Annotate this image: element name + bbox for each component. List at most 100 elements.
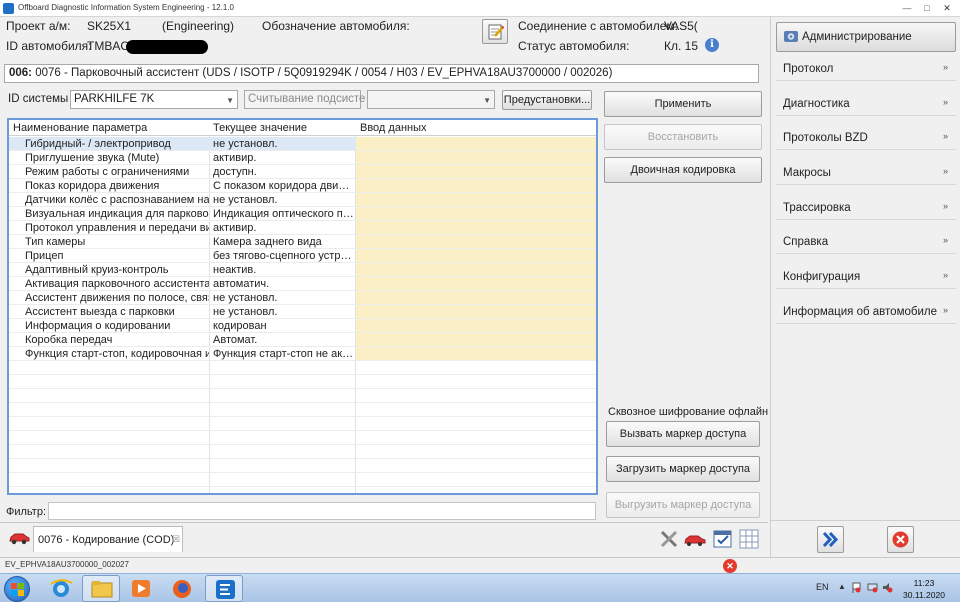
table-row[interactable]: Прицеп без тягово-сцепного устро... bbox=[9, 249, 596, 263]
taskbar-firefox[interactable] bbox=[163, 575, 201, 602]
nav-diagnostics[interactable]: Диагностика » bbox=[776, 94, 956, 116]
coding-parameters-table[interactable]: Наименование параметра Текущее значение … bbox=[7, 118, 598, 495]
error-icon[interactable]: ✕ bbox=[723, 559, 737, 573]
tab-coding-label: 0076 - Кодирование (COD) bbox=[38, 534, 175, 546]
table-row[interactable]: Датчики колёс с распознаванием напр не ус… bbox=[9, 193, 596, 207]
system-clock[interactable]: 11:23 30.11.2020 bbox=[898, 577, 950, 601]
data-input-cell[interactable] bbox=[356, 319, 596, 332]
volume-icon[interactable] bbox=[882, 582, 893, 593]
data-input-cell[interactable] bbox=[356, 235, 596, 248]
table-row[interactable]: Гибридный- / электропривод не установл. bbox=[9, 137, 596, 151]
taskbar-media-player[interactable] bbox=[122, 575, 160, 602]
nav-bzd-protocols[interactable]: Протоколы BZD » bbox=[776, 128, 956, 150]
checklist-icon[interactable] bbox=[712, 528, 734, 550]
engineering-label: (Engineering) bbox=[162, 19, 235, 33]
language-indicator[interactable]: EN bbox=[816, 582, 829, 592]
data-input-cell[interactable] bbox=[356, 263, 596, 276]
taskbar-odis[interactable] bbox=[205, 575, 243, 602]
apply-label: Применить bbox=[654, 98, 712, 110]
tab-close-icon[interactable]: ☒ bbox=[172, 534, 180, 545]
table-row[interactable]: Ассистент выезда с парковки не установл. bbox=[9, 305, 596, 319]
table-view-icon[interactable] bbox=[738, 528, 760, 550]
binary-coding-button[interactable]: Двоичная кодировка bbox=[604, 157, 762, 183]
minimize-button[interactable]: — bbox=[896, 2, 918, 15]
table-row[interactable]: Адаптивный круиз-контроль неактив. bbox=[9, 263, 596, 277]
data-input-cell[interactable] bbox=[356, 193, 596, 206]
parameter-name-cell: Прицеп bbox=[25, 250, 64, 262]
empty-table-row bbox=[9, 389, 596, 403]
tab-coding[interactable]: 0076 - Кодирование (COD) ☒ bbox=[33, 526, 183, 552]
filter-input[interactable] bbox=[48, 502, 596, 520]
administration-button[interactable]: Администрирование bbox=[776, 22, 956, 52]
app-icon bbox=[3, 3, 14, 14]
chevron-down-icon: » bbox=[943, 131, 949, 141]
windows-logo-icon bbox=[18, 583, 24, 589]
connection-label: Соединение с автомобилем: bbox=[518, 19, 679, 33]
edit-vehicle-button[interactable] bbox=[482, 19, 508, 44]
data-input-cell[interactable] bbox=[356, 291, 596, 304]
data-input-cell[interactable] bbox=[356, 151, 596, 164]
cancel-button[interactable] bbox=[887, 526, 914, 553]
table-row[interactable]: Информация о кодировании кодирован bbox=[9, 319, 596, 333]
request-token-button[interactable]: Вызвать маркер доступа bbox=[606, 421, 760, 447]
nav-configuration[interactable]: Конфигурация » bbox=[776, 267, 956, 289]
windows-taskbar: EN ▲ 11:23 30.11.2020 bbox=[0, 573, 960, 602]
nav-protocol[interactable]: Протокол » bbox=[776, 59, 956, 81]
forward-button[interactable] bbox=[817, 526, 844, 553]
table-row[interactable]: Коробка передач Автомат. bbox=[9, 333, 596, 347]
data-input-cell[interactable] bbox=[356, 333, 596, 346]
data-input-cell[interactable] bbox=[356, 165, 596, 178]
table-row[interactable]: Протокол управления и передачи виде актив… bbox=[9, 221, 596, 235]
tray-arrow-icon[interactable]: ▲ bbox=[838, 582, 849, 593]
flag-icon[interactable] bbox=[851, 582, 862, 593]
parameter-name-cell: Датчики колёс с распознаванием напр bbox=[25, 194, 209, 206]
load-token-button[interactable]: Загрузить маркер доступа bbox=[606, 456, 760, 482]
parameter-name-cell: Информация о кодировании bbox=[25, 320, 171, 332]
table-row[interactable]: Приглушение звука (Mute) активир. bbox=[9, 151, 596, 165]
parameter-name-cell: Приглушение звука (Mute) bbox=[25, 152, 160, 164]
current-value-cell: автоматич. bbox=[213, 278, 270, 290]
presets-button[interactable]: Предустановки... bbox=[502, 90, 592, 110]
system-id-select[interactable]: PARKHILFE 7K ▼ bbox=[70, 90, 238, 109]
table-row[interactable]: Режим работы с ограничениями доступн. bbox=[9, 165, 596, 179]
data-input-cell[interactable] bbox=[356, 137, 596, 150]
column-header-input[interactable]: Ввод данных bbox=[360, 122, 427, 134]
table-row[interactable]: Активация парковочного ассистента автомат… bbox=[9, 277, 596, 291]
start-button[interactable] bbox=[4, 576, 30, 602]
info-icon[interactable]: i bbox=[705, 38, 719, 52]
apply-button[interactable]: Применить bbox=[604, 91, 762, 117]
table-row[interactable]: Тип камеры Камера заднего вида bbox=[9, 235, 596, 249]
extra-select: ▼ bbox=[367, 90, 495, 109]
nav-macros[interactable]: Макросы » bbox=[776, 163, 956, 185]
data-input-cell[interactable] bbox=[356, 277, 596, 290]
table-row[interactable]: Визуальная индикация для парковочн Индика… bbox=[9, 207, 596, 221]
taskbar-ie[interactable] bbox=[42, 575, 80, 602]
maximize-button[interactable]: □ bbox=[916, 2, 938, 15]
table-row[interactable]: Ассистент движения по полосе, связ. с не … bbox=[9, 291, 596, 305]
close-window-button[interactable]: ✕ bbox=[936, 2, 958, 15]
nav-vehicle-info[interactable]: Информация об автомобиле » bbox=[776, 302, 956, 324]
data-input-cell[interactable] bbox=[356, 347, 596, 360]
control-unit-description: 0076 - Парковочный ассистент (UDS / ISOT… bbox=[35, 67, 613, 79]
data-input-cell[interactable] bbox=[356, 207, 596, 220]
column-header-name[interactable]: Наименование параметра bbox=[13, 122, 147, 134]
taskbar-explorer[interactable] bbox=[82, 575, 120, 602]
filter-label: Фильтр: bbox=[6, 506, 47, 518]
tools-icon[interactable] bbox=[658, 528, 680, 550]
empty-table-row bbox=[9, 431, 596, 445]
table-row[interactable]: Функция старт-стоп, кодировочная инф Функ… bbox=[9, 347, 596, 361]
data-input-cell[interactable] bbox=[356, 221, 596, 234]
table-row[interactable]: Показ коридора движения С показом коридор… bbox=[9, 179, 596, 193]
odis-app-icon bbox=[216, 580, 235, 599]
data-input-cell[interactable] bbox=[356, 305, 596, 318]
data-input-cell[interactable] bbox=[356, 179, 596, 192]
right-navigation-panel: Администрирование Протокол » Диагностика »… bbox=[770, 17, 960, 520]
column-header-current[interactable]: Текущее значение bbox=[213, 122, 307, 134]
nav-help[interactable]: Справка » bbox=[776, 232, 956, 254]
nav-tracing[interactable]: Трассировка » bbox=[776, 198, 956, 220]
network-icon[interactable] bbox=[867, 582, 878, 593]
vehicle-icon[interactable] bbox=[684, 528, 706, 550]
data-input-cell[interactable] bbox=[356, 249, 596, 262]
current-value-cell: С показом коридора движе... bbox=[213, 180, 355, 192]
empty-table-row bbox=[9, 361, 596, 375]
